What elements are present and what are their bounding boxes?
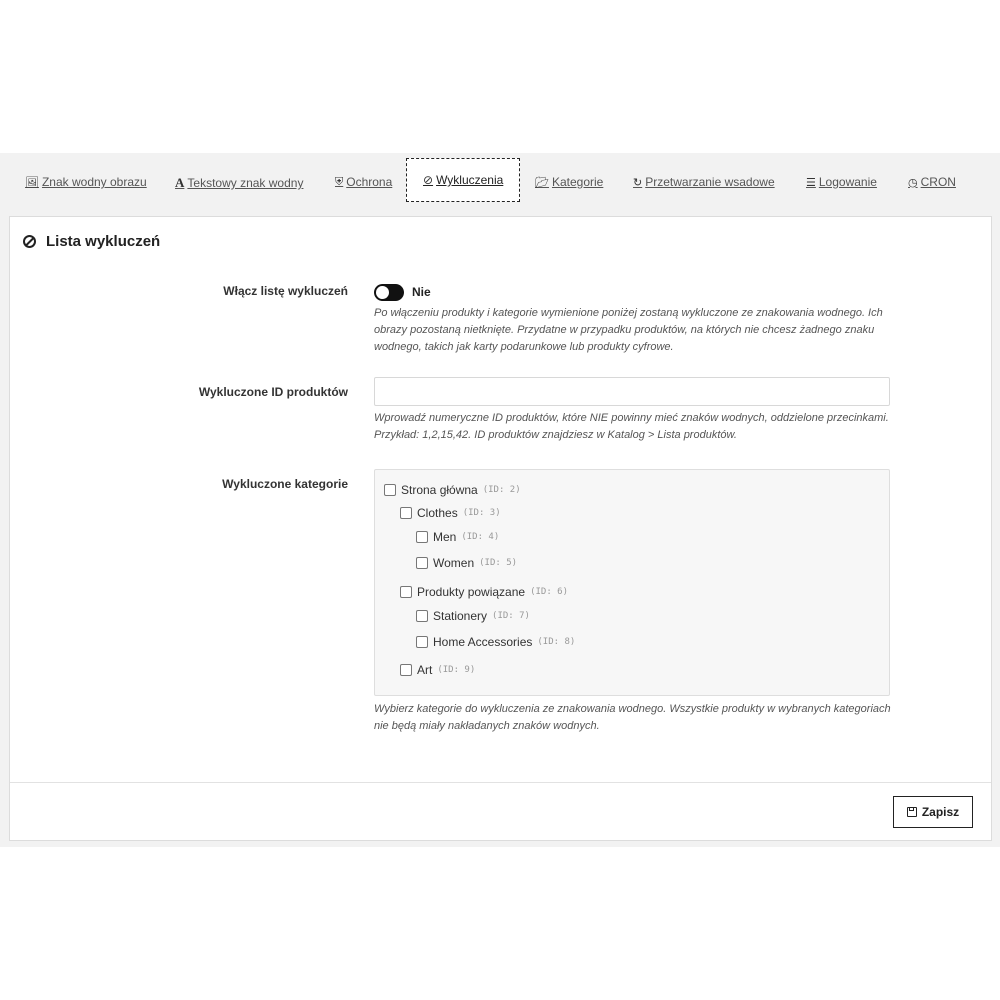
categories-help: Wybierz kategorie do wykluczenia ze znak… xyxy=(374,703,891,732)
ban-icon: ⊘ xyxy=(423,173,434,187)
category-item[interactable]: Art (ID: 9) xyxy=(400,663,475,677)
clock-icon: ◷ xyxy=(908,176,918,189)
category-checkbox[interactable] xyxy=(416,557,428,569)
enable-toggle[interactable]: Nie xyxy=(374,282,892,302)
category-checkbox[interactable] xyxy=(400,507,412,519)
category-checkbox[interactable] xyxy=(400,664,412,676)
categories-label: Wykluczone kategorie xyxy=(222,477,348,491)
category-checkbox[interactable] xyxy=(400,586,412,598)
category-item[interactable]: Produkty powiązane (ID: 6) xyxy=(400,585,568,599)
image-icon: 🖼︎ xyxy=(25,176,39,189)
category-checkbox[interactable] xyxy=(384,484,396,496)
tab-categories[interactable]: 📂︎ Kategorie xyxy=(535,175,603,189)
save-icon xyxy=(906,807,917,817)
category-checkbox[interactable] xyxy=(416,531,428,543)
tab-image-watermark[interactable]: 🖼︎ Znak wodny obrazu xyxy=(25,175,147,189)
products-label: Wykluczone ID produktów xyxy=(198,385,348,399)
enable-group: Nie Po włączeniu produkty i kategorie wy… xyxy=(374,282,892,356)
refresh-icon: ↻ xyxy=(633,176,643,189)
category-item[interactable]: Home Accessories (ID: 8) xyxy=(416,635,575,649)
text-icon: A xyxy=(175,175,185,190)
products-help: Wprowadź numeryczne ID produktów, które … xyxy=(374,412,889,441)
shield-icon: ⛨ xyxy=(335,175,344,188)
panel-title: Lista wykluczeń xyxy=(46,233,161,250)
category-item[interactable]: Strona główna (ID: 2) xyxy=(384,483,521,497)
category-item[interactable]: Women (ID: 5) xyxy=(416,556,517,570)
category-checkbox[interactable] xyxy=(416,610,428,622)
save-button[interactable]: Zapisz xyxy=(893,796,973,828)
folder-icon: 📂︎ xyxy=(535,176,549,189)
list-icon: ☰ xyxy=(806,176,816,189)
tab-text-watermark[interactable]: A Tekstowy znak wodny xyxy=(175,175,303,191)
tab-batch-processing[interactable]: ↻ Przetwarzanie wsadowe xyxy=(633,175,775,189)
toggle-state: Nie xyxy=(412,285,431,299)
tab-exclusions[interactable]: ⊘ Wykluczenia xyxy=(406,158,521,202)
categories-group: Strona główna (ID: 2) Clothes (ID: 3) Me… xyxy=(374,469,892,735)
enable-help: Po włączeniu produkty i kategorie wymien… xyxy=(374,307,883,353)
category-tree: Strona główna (ID: 2) Clothes (ID: 3) Me… xyxy=(374,469,890,696)
product-ids-input[interactable] xyxy=(374,377,890,406)
category-item[interactable]: Men (ID: 4) xyxy=(416,530,499,544)
toggle-switch[interactable] xyxy=(374,283,404,301)
category-item[interactable]: Clothes (ID: 3) xyxy=(400,506,501,520)
exclusions-panel: Lista wykluczeń Włącz listę wykluczeń Ni… xyxy=(9,216,992,841)
ban-icon xyxy=(23,235,36,248)
footer-divider xyxy=(10,782,991,783)
tab-protection[interactable]: ⛨ Ochrona xyxy=(335,175,392,189)
tab-logging[interactable]: ☰ Logowanie xyxy=(806,175,877,189)
tab-bar: 🖼︎ Znak wodny obrazu A Tekstowy znak wod… xyxy=(0,153,1000,215)
panel-heading: Lista wykluczeń xyxy=(23,233,160,250)
exclusions-app: 🖼︎ Znak wodny obrazu A Tekstowy znak wod… xyxy=(0,153,1000,847)
enable-label: Włącz listę wykluczeń xyxy=(223,284,348,298)
category-item[interactable]: Stationery (ID: 7) xyxy=(416,609,530,623)
products-group: Wprowadź numeryczne ID produktów, które … xyxy=(374,377,892,444)
category-checkbox[interactable] xyxy=(416,636,428,648)
toggle-knob xyxy=(376,285,389,299)
tab-cron[interactable]: ◷ CRON xyxy=(908,175,956,189)
